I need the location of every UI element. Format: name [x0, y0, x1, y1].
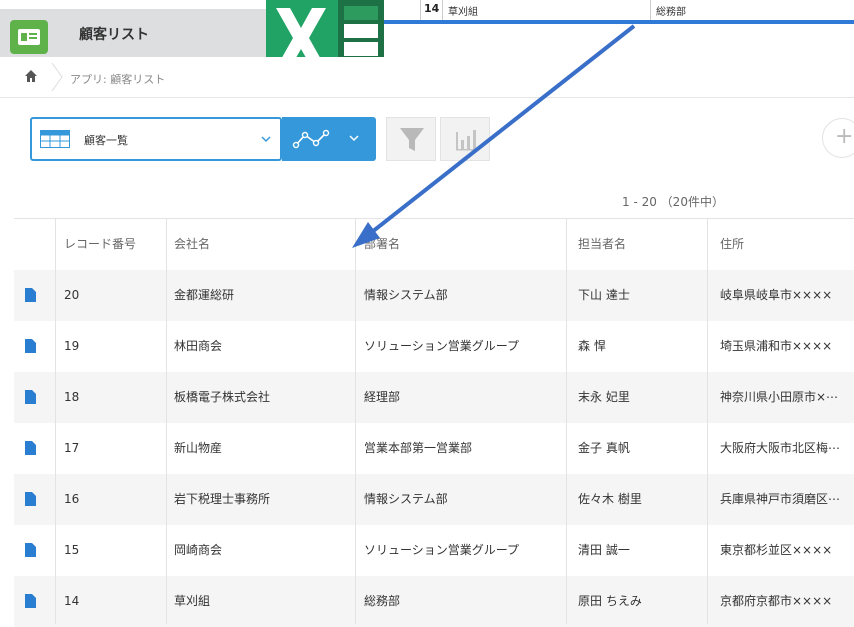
add-record-button[interactable]: + [822, 118, 854, 158]
table-row[interactable]: 19 林田商会 ソリューション営業グループ 森 悍 埼玉県浦和市×××× [14, 321, 854, 372]
excel-department-cell: 総務部 [656, 7, 686, 18]
breadcrumb-app-link[interactable]: アプリ: 顧客リスト [70, 71, 165, 87]
breadcrumb: アプリ: 顧客リスト [0, 57, 854, 98]
cell-address: 岐阜県岐阜市×××× [720, 288, 833, 302]
column-divider [166, 218, 167, 624]
cell-company: 草刈組 [174, 594, 211, 608]
pagination-info: 1 - 20 （20件中） [622, 195, 724, 209]
home-icon[interactable] [24, 69, 38, 83]
cell-company: 岡崎商会 [174, 543, 223, 557]
cell-person: 清田 誠一 [578, 543, 630, 557]
cell-department: ソリューション営業グループ [364, 543, 520, 557]
column-divider [707, 218, 708, 624]
cell-company: 板橋電子株式会社 [174, 390, 271, 404]
graph-select-button[interactable] [282, 117, 376, 161]
cell-record-number: 18 [64, 390, 80, 404]
table-row[interactable]: 20 金都運総研 情報システム部 下山 達士 岐阜県岐阜市×××× [14, 270, 854, 321]
cell-person: 金子 真帆 [578, 441, 630, 455]
record-detail-icon[interactable] [25, 543, 36, 557]
record-detail-icon[interactable] [25, 339, 36, 353]
filter-button[interactable] [386, 117, 436, 161]
record-detail-icon[interactable] [25, 594, 36, 608]
column-divider [355, 218, 356, 624]
cell-record-number: 20 [64, 288, 80, 302]
cell-company: 岩下税理士事務所 [174, 492, 271, 506]
table-header-row: レコード番号 会社名 部署名 担当者名 住所 [14, 218, 854, 271]
column-header-company[interactable]: 会社名 [174, 219, 210, 270]
view-select-label: 顧客一覧 [84, 134, 128, 147]
cell-address: 京都府京都市×××× [720, 594, 833, 608]
column-header-person[interactable]: 担当者名 [578, 219, 626, 270]
cell-record-number: 17 [64, 441, 80, 455]
app-title: 顧客リスト [79, 27, 149, 43]
cell-record-number: 16 [64, 492, 80, 506]
record-detail-icon[interactable] [25, 288, 36, 302]
record-detail-icon[interactable] [25, 492, 36, 506]
cell-address: 埼玉県浦和市×××× [720, 339, 833, 353]
cell-address: 東京都杉並区×××× [720, 543, 833, 557]
cell-department: 経理部 [364, 390, 401, 404]
table-row[interactable]: 14 草刈組 総務部 原田 ちえみ 京都府京都市×××× [14, 576, 854, 627]
table-row[interactable]: 15 岡崎商会 ソリューション営業グループ 清田 誠一 東京都杉並区×××× [14, 525, 854, 576]
cell-department: 営業本部第一営業部 [364, 441, 473, 455]
record-detail-icon[interactable] [25, 441, 36, 455]
cell-person: 佐々木 樹里 [578, 492, 642, 506]
table-row[interactable]: 16 岩下税理士事務所 情報システム部 佐々木 樹里 兵庫県神戸市須磨区⋯ [14, 474, 854, 525]
record-detail-icon[interactable] [25, 390, 36, 404]
cell-person: 原田 ちえみ [578, 594, 642, 608]
bar-chart-icon [456, 130, 478, 151]
cell-company: 新山物産 [174, 441, 223, 455]
column-header-record-number[interactable]: レコード番号 [64, 219, 136, 270]
cell-person: 末永 妃里 [578, 390, 630, 404]
chevron-down-icon [261, 136, 271, 143]
table-row[interactable]: 17 新山物産 営業本部第一営業部 金子 真帆 大阪府大阪市北区梅⋯ [14, 423, 854, 474]
cell-company: 金都運総研 [174, 288, 235, 302]
cell-person: 森 悍 [578, 339, 606, 353]
column-divider [566, 218, 567, 624]
breadcrumb-separator-icon [51, 63, 63, 91]
cell-address: 神奈川県小田原市×⋯ [720, 390, 839, 404]
graph-icon [292, 129, 330, 149]
column-divider [55, 218, 56, 624]
excel-selection-line [350, 20, 854, 24]
column-header-address[interactable]: 住所 [720, 219, 744, 270]
cell-record-number: 15 [64, 543, 80, 557]
filter-icon [400, 128, 424, 151]
chart-button[interactable] [440, 117, 490, 161]
cell-person: 下山 達士 [578, 288, 630, 302]
cell-address: 大阪府大阪市北区梅⋯ [720, 441, 841, 455]
excel-row-strip: 14 草刈組 総務部 [380, 0, 854, 21]
excel-company-cell: 草刈組 [448, 7, 478, 18]
cell-department: 情報システム部 [364, 288, 448, 302]
table-row[interactable]: 18 板橋電子株式会社 経理部 末永 妃里 神奈川県小田原市×⋯ [14, 372, 854, 423]
cell-department: 情報システム部 [364, 492, 448, 506]
app-icon [10, 20, 48, 54]
chevron-down-icon [349, 135, 359, 142]
cell-address: 兵庫県神戸市須磨区⋯ [720, 492, 841, 506]
cell-record-number: 14 [64, 594, 80, 608]
cell-department: ソリューション営業グループ [364, 339, 520, 353]
list-view-icon [40, 130, 70, 148]
column-header-department[interactable]: 部署名 [364, 219, 400, 270]
cell-record-number: 19 [64, 339, 80, 353]
view-select[interactable]: 顧客一覧 [30, 117, 282, 161]
cell-department: 総務部 [364, 594, 401, 608]
cell-company: 林田商会 [174, 339, 223, 353]
excel-row-number: 14 [424, 2, 440, 15]
